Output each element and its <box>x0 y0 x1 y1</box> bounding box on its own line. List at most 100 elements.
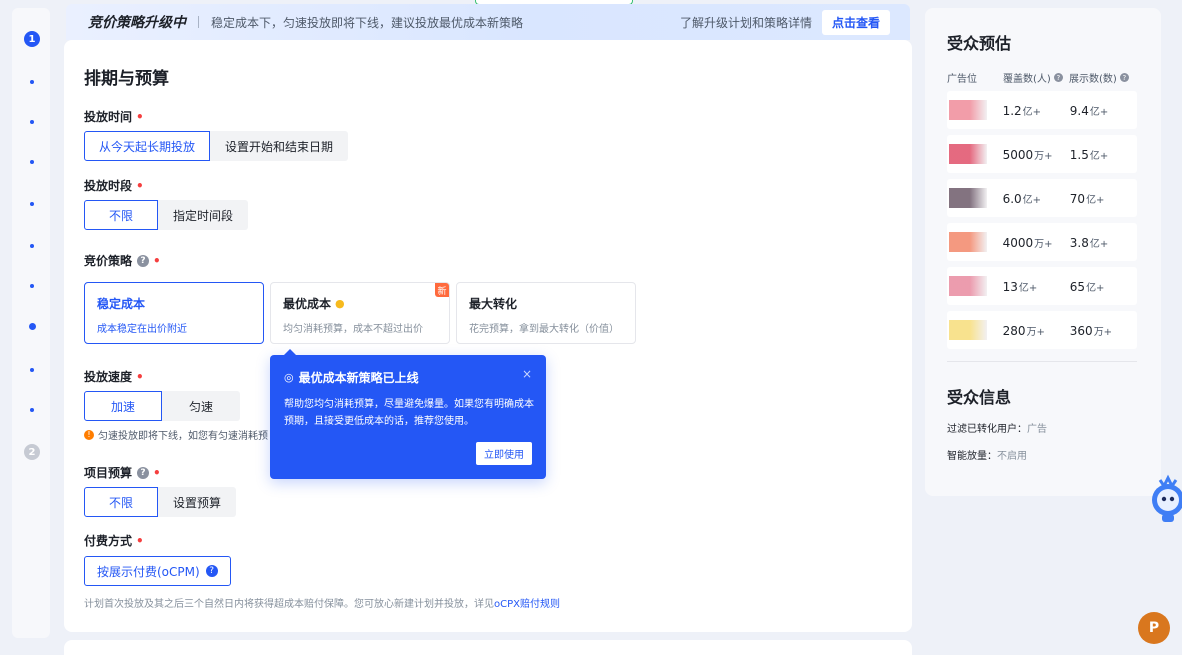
ad-slot-thumbnail <box>949 320 987 340</box>
coverage-value: 6.0亿+ <box>1003 191 1070 206</box>
help-icon[interactable]: ? <box>137 254 150 267</box>
coverage-value: 13亿+ <box>1003 279 1070 294</box>
coverage-number: 4000 <box>1002 235 1034 250</box>
budget-selector: 不限 设置预算 <box>84 487 237 517</box>
close-icon[interactable]: × <box>522 367 532 381</box>
bid-strategy-label-text: 竞价策略 <box>84 254 133 268</box>
delivery-time-label-text: 投放时间 <box>84 110 133 124</box>
step-dot[interactable] <box>30 80 34 84</box>
impressions-number: 3.8 <box>1069 235 1089 250</box>
ad-slot-thumbnail <box>949 144 987 164</box>
step-2-indicator[interactable]: 2 <box>24 444 40 460</box>
smart-expansion-label: 智能放量： <box>947 451 997 462</box>
header-slot: 广告位 <box>947 74 977 85</box>
assistant-mascot-icon[interactable] <box>1146 470 1182 526</box>
banner-title: 竞价策略升级中 <box>88 15 186 31</box>
payment-ocpm-label: 按展示付费(oCPM) <box>97 564 200 579</box>
coverage-value: 1.2亿+ <box>1003 103 1070 118</box>
strategy-optimal-cost-card[interactable]: 最优成本 ● 均匀消耗预算，成本不超过出价 新 <box>270 282 450 344</box>
step-dot[interactable] <box>30 408 34 412</box>
step-dot[interactable] <box>30 284 34 288</box>
coverage-number: 13 <box>1002 279 1018 294</box>
step-dot[interactable] <box>30 368 34 372</box>
payment-method-label: 付费方式 • <box>84 532 144 549</box>
step-dot-current[interactable] <box>29 323 36 330</box>
banner-divider <box>198 16 199 28</box>
view-details-button[interactable]: 点击查看 <box>821 10 890 35</box>
delivery-speed-label: 投放速度 • <box>84 368 144 385</box>
delivery-time-option-range[interactable]: 设置开始和结束日期 <box>210 131 349 161</box>
delivery-speed-option-even[interactable]: 匀速 <box>162 391 241 421</box>
coverage-number: 280 <box>1002 323 1026 338</box>
schedule-budget-card: 排期与预算 投放时间 • 从今天起长期投放 设置开始和结束日期 投放时段 • 不限 … <box>64 40 912 632</box>
coverage-unit: 万+ <box>1034 150 1053 162</box>
help-icon[interactable]: ? <box>1119 73 1129 82</box>
required-mark: • <box>136 178 144 193</box>
delivery-speed-selector: 加速 匀速 <box>84 391 241 421</box>
impressions-unit: 亿+ <box>1086 194 1105 206</box>
delivery-speed-label-text: 投放速度 <box>84 370 133 384</box>
audience-rows: 1.2亿+ 9.4亿+ 5000万+ 1.5亿+ 6.0亿+ 70亿+ 4000万+ 3.8亿… <box>947 91 1139 349</box>
step-dot[interactable] <box>30 202 34 206</box>
strategy-stable-cost-card[interactable]: 稳定成本 成本稳定在出价附近 <box>84 282 264 344</box>
impressions-number: 9.4 <box>1069 103 1089 118</box>
impressions-unit: 亿+ <box>1089 106 1109 118</box>
help-icon[interactable]: ? <box>137 466 150 479</box>
strategy-max-conversion-card[interactable]: 最大转化 花完预算，拿到最大转化（价值） <box>456 282 636 344</box>
required-mark: • <box>136 533 144 548</box>
upgrade-banner: 竞价策略升级中 稳定成本下，匀速投放即将下线，建议投放最优成本新策略 了解升级计… <box>66 4 910 40</box>
delivery-time-label: 投放时间 • <box>84 108 144 125</box>
audience-row: 4000万+ 3.8亿+ <box>947 223 1137 261</box>
required-mark: • <box>136 109 144 124</box>
coverage-number: 6.0 <box>1002 191 1022 206</box>
smart-expansion-line: 智能放量：不启用 <box>947 447 1139 462</box>
impressions-number: 360 <box>1069 323 1093 338</box>
step-dot[interactable] <box>30 120 34 124</box>
ad-slot-thumbnail <box>949 276 987 296</box>
payment-ocpm-button[interactable]: 按展示付费(oCPM)? <box>84 556 231 586</box>
delivery-period-label-text: 投放时段 <box>84 179 133 193</box>
step-dot[interactable] <box>30 160 34 164</box>
coverage-number: 5000 <box>1002 147 1034 162</box>
required-mark: • <box>153 465 161 480</box>
filter-converted-line: 过滤已转化用户：广告 <box>947 420 1139 435</box>
audience-row: 280万+ 360万+ <box>947 311 1137 349</box>
budget-option-unlimited[interactable]: 不限 <box>84 487 159 517</box>
payment-method-label-text: 付费方式 <box>84 534 133 548</box>
impressions-value: 360万+ <box>1070 323 1137 338</box>
new-badge: 新 <box>435 283 449 297</box>
popover-title: 最优成本新策略已上线 <box>298 371 419 385</box>
delivery-time-option-longterm[interactable]: 从今天起长期投放 <box>84 131 211 161</box>
budget-option-set[interactable]: 设置预算 <box>158 487 237 517</box>
project-budget-label: 项目预算? • <box>84 464 161 481</box>
delivery-speed-option-accelerate[interactable]: 加速 <box>84 391 163 421</box>
audience-info-title: 受众信息 <box>947 388 1012 407</box>
impressions-number: 1.5 <box>1069 147 1089 162</box>
impressions-value: 1.5亿+ <box>1070 147 1137 162</box>
banner-description: 稳定成本下，匀速投放即将下线，建议投放最优成本新策略 <box>211 15 524 30</box>
impressions-number: 70 <box>1069 191 1086 206</box>
divider <box>947 361 1137 362</box>
step-dot[interactable] <box>30 244 34 248</box>
lightbulb-icon: ◎ <box>284 371 294 384</box>
delivery-period-option-specific[interactable]: 指定时间段 <box>158 200 249 230</box>
step-1-indicator[interactable]: 1 <box>24 31 40 47</box>
delivery-period-option-unlimited[interactable]: 不限 <box>84 200 159 230</box>
impressions-value: 65亿+ <box>1070 279 1137 294</box>
help-icon[interactable]: ? <box>205 565 218 577</box>
audience-row: 1.2亿+ 9.4亿+ <box>947 91 1137 129</box>
strategy-desc: 成本稳定在出价附近 <box>97 324 187 335</box>
coverage-number: 1.2 <box>1002 103 1022 118</box>
popover-body: 帮助您均匀消耗预算，尽量避免爆量。如果您有明确成本预期，且接受更低成本的话，推荐… <box>284 399 534 427</box>
strategy-title: 最大转化 <box>469 297 518 311</box>
ad-slot-thumbnail <box>949 232 987 252</box>
payment-note: 计划首次投放及其之后三个自然日内将获得超成本赔付保障。您可放心新建计划并投放，详… <box>84 595 560 610</box>
help-icon[interactable]: ? <box>1053 73 1063 82</box>
ad-slot-thumbnail <box>949 188 987 208</box>
required-mark: • <box>153 253 161 268</box>
user-avatar[interactable]: P <box>1138 612 1170 644</box>
next-section-card <box>64 640 912 655</box>
impressions-number: 65 <box>1069 279 1086 294</box>
ocpx-compensation-link[interactable]: oCPX赔付规则 <box>494 599 560 610</box>
use-now-button[interactable]: 立即使用 <box>476 442 532 465</box>
